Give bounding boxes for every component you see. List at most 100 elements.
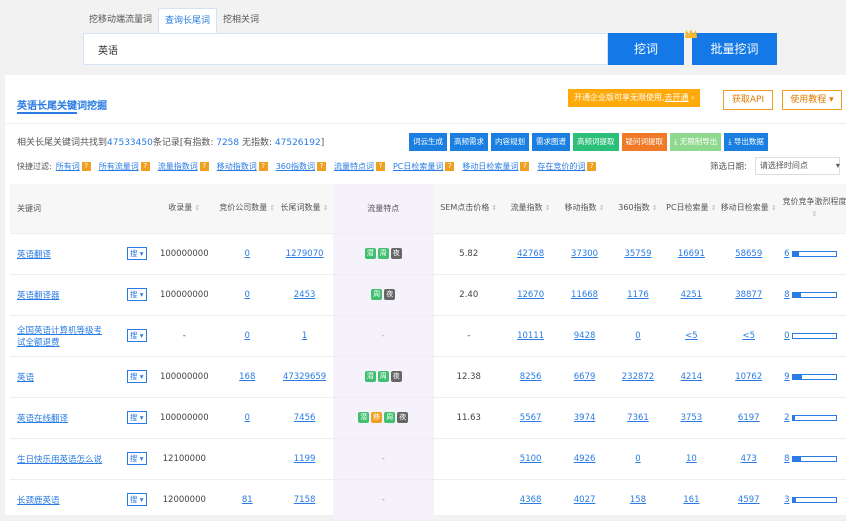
column-header[interactable]: 竞价竞争激烈程度 ⇕: [779, 184, 846, 234]
get-api-button[interactable]: 获取API: [723, 90, 773, 110]
competition-value[interactable]: 2: [784, 413, 789, 423]
column-header[interactable]: SEM点击价格 ⇕: [433, 184, 504, 234]
search-dropdown[interactable]: 搜 ▾: [126, 493, 147, 506]
bid-company-link[interactable]: 0: [245, 249, 250, 259]
idx360-link[interactable]: 7361: [627, 413, 649, 423]
column-header[interactable]: 移动指数 ⇕: [557, 184, 612, 234]
mday-link[interactable]: 38877: [735, 290, 762, 300]
competition-value[interactable]: 8: [784, 454, 789, 464]
column-header[interactable]: 竞价公司数量 ⇕: [218, 184, 277, 234]
flow-link[interactable]: 5100: [520, 454, 542, 464]
tutorial-dropdown[interactable]: 使用教程 ▾: [782, 90, 842, 110]
competition-value[interactable]: 6: [784, 249, 789, 259]
tab-longtail-query[interactable]: 查询长尾词: [158, 8, 218, 34]
flow-link[interactable]: 5567: [520, 413, 542, 423]
mobile-link[interactable]: 6679: [574, 372, 596, 382]
bid-company-link[interactable]: 0: [245, 290, 250, 300]
pc-link[interactable]: 161: [683, 495, 699, 505]
sort-icon[interactable]: ⇕: [650, 204, 658, 212]
pc-link[interactable]: 4251: [681, 290, 703, 300]
idx360-link[interactable]: 0: [635, 454, 640, 464]
mday-link[interactable]: 10762: [735, 372, 762, 382]
mobile-link[interactable]: 9428: [574, 331, 596, 341]
help-icon[interactable]: ?: [81, 162, 91, 171]
action-button[interactable]: 内容规划: [491, 133, 529, 151]
sort-icon[interactable]: ⇕: [769, 204, 777, 212]
sort-icon[interactable]: ⇕: [812, 210, 818, 218]
mobile-link[interactable]: 11668: [571, 290, 598, 300]
longtail-link[interactable]: 7456: [294, 413, 316, 423]
help-icon[interactable]: ?: [258, 162, 268, 171]
idx360-link[interactable]: 1176: [627, 290, 649, 300]
tab-related-words[interactable]: 挖相关词: [217, 8, 265, 32]
filter-link[interactable]: 存在竞价的词: [537, 161, 585, 172]
action-button[interactable]: 高频需求: [450, 133, 488, 151]
help-icon[interactable]: ?: [587, 162, 597, 171]
keyword-link[interactable]: 长颈鹿英语: [17, 494, 60, 506]
help-icon[interactable]: ?: [199, 162, 209, 171]
date-select[interactable]: 请选择时间点 ▾: [754, 157, 840, 175]
mobile-link[interactable]: 4027: [574, 495, 596, 505]
flow-link[interactable]: 42768: [517, 249, 544, 259]
idx360-link[interactable]: 158: [630, 495, 646, 505]
mday-link[interactable]: <5: [742, 331, 755, 341]
filter-link[interactable]: 移动指数词: [217, 161, 257, 172]
search-dropdown[interactable]: 搜 ▾: [126, 411, 147, 424]
mobile-link[interactable]: 37300: [571, 249, 598, 259]
keyword-link[interactable]: 英语: [17, 371, 34, 383]
competition-value[interactable]: 3: [784, 495, 789, 505]
longtail-link[interactable]: 1: [302, 331, 307, 341]
sort-icon[interactable]: ⇕: [267, 204, 275, 212]
sort-icon[interactable]: ⇕: [192, 204, 200, 212]
sort-icon[interactable]: ⇕: [543, 204, 551, 212]
flow-link[interactable]: 10111: [517, 331, 544, 341]
filter-link[interactable]: 移动日检索量词: [462, 161, 518, 172]
search-dropdown[interactable]: 搜 ▾: [126, 452, 147, 465]
action-button[interactable]: 疑问词提取: [621, 133, 667, 151]
mday-link[interactable]: 473: [741, 454, 757, 464]
keyword-link[interactable]: 英语在线翻译: [17, 412, 68, 424]
competition-value[interactable]: 9: [784, 372, 789, 382]
search-dropdown[interactable]: 搜 ▾: [126, 370, 147, 383]
filter-link[interactable]: 所有流量词: [99, 161, 139, 172]
search-dropdown[interactable]: 搜 ▾: [126, 247, 147, 260]
idx360-link[interactable]: 35759: [624, 249, 651, 259]
bid-company-link[interactable]: 0: [245, 331, 250, 341]
sort-icon[interactable]: ⇕: [597, 204, 605, 212]
search-dropdown[interactable]: 搜 ▾: [126, 329, 147, 342]
filter-link[interactable]: 流量指数词: [158, 161, 198, 172]
column-header[interactable]: 移动日检索量 ⇕: [718, 184, 780, 234]
batch-dig-button[interactable]: 批量挖词: [692, 33, 777, 65]
pc-link[interactable]: 3753: [681, 413, 703, 423]
keyword-link[interactable]: 全国英语计算机等级考试全额退费: [17, 324, 102, 348]
pc-link[interactable]: 10: [686, 454, 697, 464]
help-icon[interactable]: ?: [316, 162, 326, 171]
flow-link[interactable]: 8256: [520, 372, 542, 382]
mobile-link[interactable]: 4926: [574, 454, 596, 464]
longtail-link[interactable]: 1279070: [286, 249, 324, 259]
filter-link[interactable]: PC日检索量词: [393, 161, 443, 172]
help-icon[interactable]: ?: [445, 162, 455, 171]
column-header[interactable]: 360指数 ⇕: [611, 184, 665, 234]
longtail-link[interactable]: 1199: [294, 454, 316, 464]
bid-company-link[interactable]: 0: [245, 413, 250, 423]
promo-link[interactable]: 去开通: [665, 93, 689, 102]
sort-icon[interactable]: ⇕: [489, 204, 497, 212]
search-input[interactable]: [84, 34, 607, 64]
action-button[interactable]: ⤓ 导出数据: [724, 133, 768, 151]
bid-company-link[interactable]: 81: [242, 495, 253, 505]
dig-button[interactable]: 挖词: [608, 33, 684, 65]
column-header[interactable]: PC日检索量 ⇕: [664, 184, 719, 234]
pc-link[interactable]: 16691: [678, 249, 705, 259]
pc-link[interactable]: <5: [685, 331, 698, 341]
tab-mobile-traffic-words[interactable]: 挖移动端流量词: [83, 8, 158, 32]
mday-link[interactable]: 6197: [738, 413, 760, 423]
help-icon[interactable]: ?: [375, 162, 385, 171]
action-button[interactable]: 词云生成: [409, 133, 447, 151]
longtail-link[interactable]: 47329659: [283, 372, 326, 382]
search-dropdown[interactable]: 搜 ▾: [126, 288, 147, 301]
mobile-link[interactable]: 3974: [574, 413, 596, 423]
action-button[interactable]: 需求图谱: [532, 133, 570, 151]
idx360-link[interactable]: 0: [635, 331, 640, 341]
column-header[interactable]: 收录量 ⇕: [150, 184, 219, 234]
